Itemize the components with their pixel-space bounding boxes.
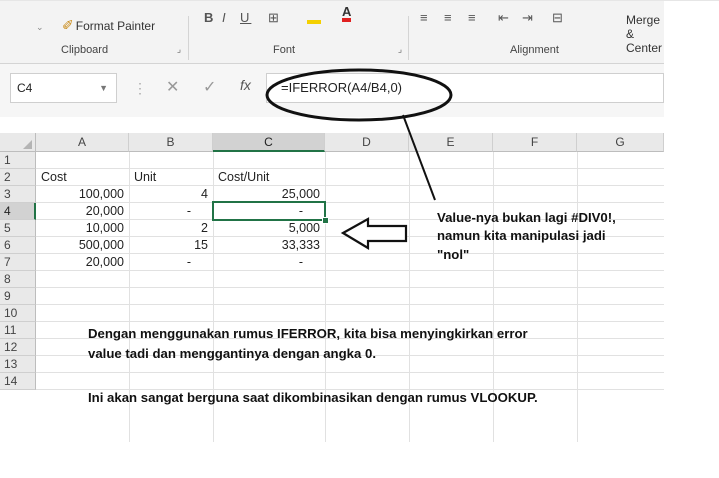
note-text-line-1: Dengan menggunakan rumus IFERROR, kita b… — [88, 326, 528, 341]
note-text-line-2: value tadi dan menggantinya dengan angka… — [88, 346, 376, 361]
note-text-vlookup: Ini akan sangat berguna saat dikombinasi… — [88, 390, 538, 405]
callout-text-line-1: Value-nya bukan lagi #DIV0!, — [437, 210, 616, 225]
annotation-layer — [265, 68, 453, 250]
highlight-ellipse — [265, 68, 453, 122]
callout-line — [402, 114, 436, 201]
left-arrow-icon — [340, 217, 408, 250]
callout-text-line-3: "nol" — [437, 247, 470, 262]
callout-text-line-2: namun kita manipulasi jadi — [437, 228, 606, 243]
